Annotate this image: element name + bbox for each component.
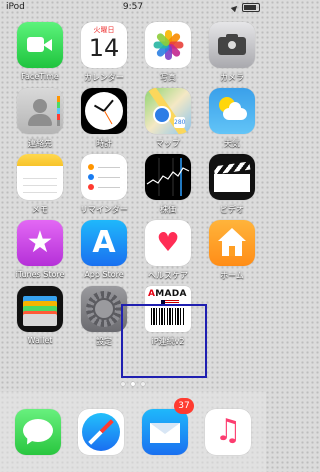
- app-label: Wallet: [27, 336, 53, 345]
- calendar-day: 14: [88, 34, 120, 62]
- app-wallet[interactable]: Wallet: [10, 286, 70, 346]
- page-dot[interactable]: [141, 382, 145, 386]
- app-label: マップ: [156, 139, 180, 148]
- battery-icon: [242, 3, 260, 12]
- app-app-store[interactable]: A App Store: [74, 220, 134, 280]
- dock-messages[interactable]: [14, 409, 61, 455]
- clock-time: 9:57: [122, 2, 144, 12]
- amada-barcode-icon[interactable]: AMADA: [145, 286, 191, 332]
- house-icon[interactable]: [209, 220, 255, 266]
- facetime-icon[interactable]: [17, 22, 63, 68]
- app-label: リマインダー: [80, 205, 128, 214]
- stocks-icon[interactable]: [145, 154, 191, 200]
- app-itunes-store[interactable]: ★ iTunes Store: [10, 220, 70, 280]
- app-label: 天気: [224, 139, 240, 148]
- dock-safari[interactable]: [78, 409, 125, 455]
- app-photos[interactable]: 写真: [138, 22, 198, 82]
- weather-icon[interactable]: [209, 88, 255, 134]
- clapperboard-icon[interactable]: [209, 154, 255, 200]
- dock-music[interactable]: ♫: [205, 409, 252, 455]
- app-calendar[interactable]: 火曜日 14 カレンダー: [74, 22, 134, 82]
- clock-icon[interactable]: [81, 88, 127, 134]
- notes-icon[interactable]: [17, 154, 63, 200]
- compass-icon[interactable]: [78, 409, 125, 455]
- photos-icon[interactable]: [145, 22, 191, 68]
- page-dot-active[interactable]: [131, 382, 135, 386]
- app-label: ビデオ: [220, 205, 244, 214]
- barcode-icon: [151, 308, 185, 325]
- app-label: iP連続v2: [151, 337, 185, 346]
- app-label: メモ: [32, 205, 48, 214]
- app-stocks[interactable]: 株価: [138, 154, 198, 214]
- app-store-icon[interactable]: A: [81, 220, 127, 266]
- page-indicator[interactable]: [0, 382, 266, 386]
- app-maps[interactable]: 280 マップ: [138, 88, 198, 148]
- status-right: [230, 3, 260, 12]
- status-bar: iPod 9:57: [0, 0, 266, 16]
- envelope-icon[interactable]: [141, 409, 188, 455]
- empty-slot: [202, 286, 262, 346]
- app-label: 時計: [96, 139, 112, 148]
- gear-icon[interactable]: [81, 286, 127, 332]
- app-health[interactable]: ♥ ヘルスケア: [138, 220, 198, 280]
- app-label: 設定: [96, 337, 112, 346]
- amada-logo: AMADA: [148, 289, 187, 299]
- app-weather[interactable]: 天気: [202, 88, 262, 148]
- app-reminders[interactable]: リマインダー: [74, 154, 134, 214]
- app-ipad-v2[interactable]: AMADA iP連続v2: [138, 286, 198, 346]
- app-videos[interactable]: ビデオ: [202, 154, 262, 214]
- star-icon[interactable]: ★: [17, 220, 63, 266]
- message-bubble-icon[interactable]: [14, 409, 61, 455]
- maps-icon[interactable]: 280: [145, 88, 191, 134]
- heart-icon[interactable]: ♥: [145, 220, 191, 266]
- app-camera[interactable]: カメラ: [202, 22, 262, 82]
- app-notes[interactable]: メモ: [10, 154, 70, 214]
- app-facetime[interactable]: FaceTime: [10, 22, 70, 82]
- app-label: カメラ: [220, 73, 244, 82]
- app-home[interactable]: ホーム: [202, 220, 262, 280]
- dock: ♫: [0, 392, 266, 472]
- reminders-icon[interactable]: [81, 154, 127, 200]
- calendar-icon[interactable]: 火曜日 14: [81, 22, 127, 68]
- camera-icon[interactable]: [209, 22, 255, 68]
- app-label: ヘルスケア: [148, 271, 188, 280]
- music-note-icon[interactable]: ♫: [205, 409, 252, 455]
- dock-mail[interactable]: [141, 409, 188, 455]
- page-dot[interactable]: [121, 382, 125, 386]
- location-icon: [230, 3, 240, 12]
- app-label: カレンダー: [84, 73, 124, 82]
- app-label: iTunes Store: [15, 270, 65, 279]
- home-screen-grid: FaceTime 火曜日 14 カレンダー 写真 カメラ 連絡先 時計 280 …: [0, 22, 276, 346]
- wallet-icon[interactable]: [17, 286, 63, 332]
- mail-badge: 37: [174, 398, 194, 414]
- app-label: App Store: [84, 270, 124, 279]
- app-label: ホーム: [220, 271, 244, 280]
- app-label: 株価: [160, 205, 176, 214]
- app-label: FaceTime: [21, 72, 59, 81]
- app-contacts[interactable]: 連絡先: [10, 88, 70, 148]
- app-clock[interactable]: 時計: [74, 88, 134, 148]
- app-label: 連絡先: [28, 139, 52, 148]
- app-label: 写真: [160, 73, 176, 82]
- app-settings[interactable]: 設定: [74, 286, 134, 346]
- contacts-icon[interactable]: [17, 88, 63, 134]
